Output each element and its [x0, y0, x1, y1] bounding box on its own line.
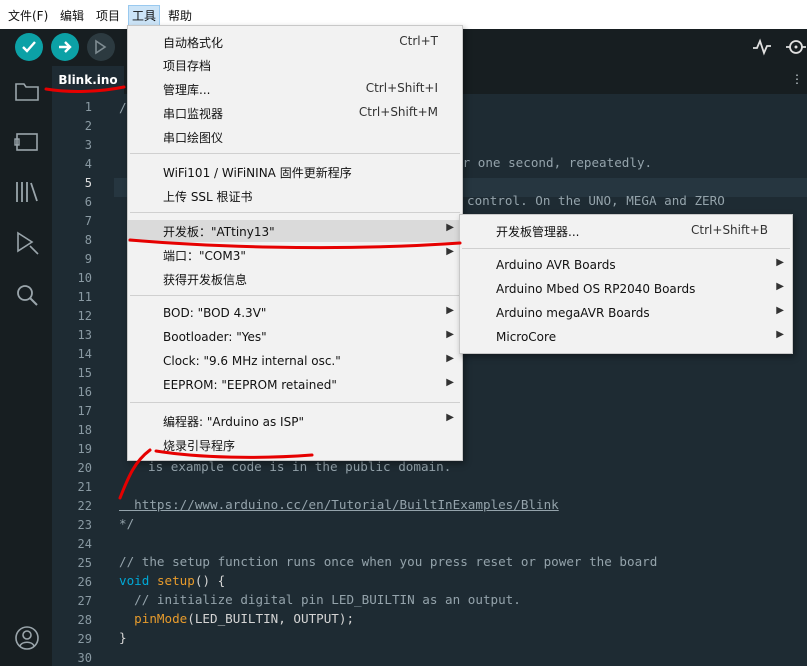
- red-annotation-marks: [44, 85, 462, 500]
